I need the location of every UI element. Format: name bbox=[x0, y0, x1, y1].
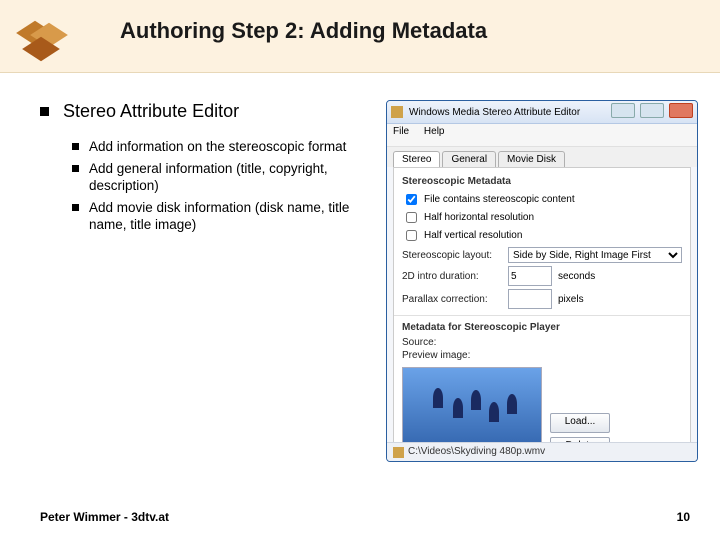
footer-author: Peter Wimmer - 3dtv.at bbox=[40, 510, 169, 524]
chk-half-horizontal[interactable] bbox=[406, 212, 417, 223]
status-bar: C:\Videos\Skydiving 480p.wmv bbox=[387, 442, 697, 461]
close-button[interactable] bbox=[669, 103, 693, 118]
chk-contains-stereo-label: File contains stereoscopic content bbox=[424, 194, 575, 205]
chk-half-vertical[interactable] bbox=[406, 230, 417, 241]
label-intro-duration: 2D intro duration: bbox=[402, 271, 502, 282]
unit-pixels: pixels bbox=[558, 294, 584, 305]
maximize-button[interactable] bbox=[640, 103, 664, 118]
menu-file[interactable]: File bbox=[393, 126, 409, 137]
input-parallax[interactable] bbox=[508, 289, 552, 309]
window-title: Windows Media Stereo Attribute Editor bbox=[409, 107, 609, 118]
footer-page-number: 10 bbox=[677, 510, 690, 524]
unit-seconds: seconds bbox=[558, 271, 595, 282]
chk-half-vertical-label: Half vertical resolution bbox=[424, 230, 522, 241]
chk-contains-stereo[interactable] bbox=[406, 194, 417, 205]
tab-stereo[interactable]: Stereo bbox=[393, 151, 440, 167]
bullet-icon bbox=[40, 107, 49, 116]
main-bullet: Stereo Attribute Editor bbox=[63, 101, 239, 122]
window-titlebar[interactable]: Windows Media Stereo Attribute Editor bbox=[387, 101, 697, 124]
menu-bar: File Help bbox=[387, 124, 697, 147]
app-window: Windows Media Stereo Attribute Editor Fi… bbox=[386, 100, 698, 462]
group-player-meta: Metadata for Stereoscopic Player bbox=[402, 322, 682, 333]
status-path: C:\Videos\Skydiving 480p.wmv bbox=[408, 443, 545, 461]
tab-general[interactable]: General bbox=[442, 151, 496, 167]
select-layout[interactable]: Side by Side, Right Image First bbox=[508, 247, 682, 263]
sub-bullet: Add general information (title, copyrigh… bbox=[89, 160, 362, 195]
load-button[interactable]: Load... bbox=[550, 413, 610, 433]
minimize-button[interactable] bbox=[611, 103, 635, 118]
file-icon bbox=[393, 447, 404, 458]
bullet-icon bbox=[72, 143, 79, 150]
sub-bullet: Add movie disk information (disk name, t… bbox=[89, 199, 362, 234]
app-icon bbox=[391, 106, 403, 118]
label-preview-image: Preview image: bbox=[402, 350, 682, 361]
tab-movie-disk[interactable]: Movie Disk bbox=[498, 151, 565, 167]
input-intro-duration[interactable] bbox=[508, 266, 552, 286]
label-source: Source: bbox=[402, 337, 682, 348]
chk-half-horizontal-label: Half horizontal resolution bbox=[424, 212, 534, 223]
label-layout: Stereoscopic layout: bbox=[402, 250, 502, 261]
label-parallax: Parallax correction: bbox=[402, 294, 502, 305]
sub-bullet: Add information on the stereoscopic form… bbox=[89, 138, 346, 156]
menu-help[interactable]: Help bbox=[424, 126, 445, 137]
bullet-icon bbox=[72, 204, 79, 211]
slide-logo bbox=[14, 16, 66, 64]
group-stereo-meta: Stereoscopic Metadata bbox=[402, 176, 682, 187]
bullet-icon bbox=[72, 165, 79, 172]
slide-title: Authoring Step 2: Adding Metadata bbox=[120, 18, 487, 44]
